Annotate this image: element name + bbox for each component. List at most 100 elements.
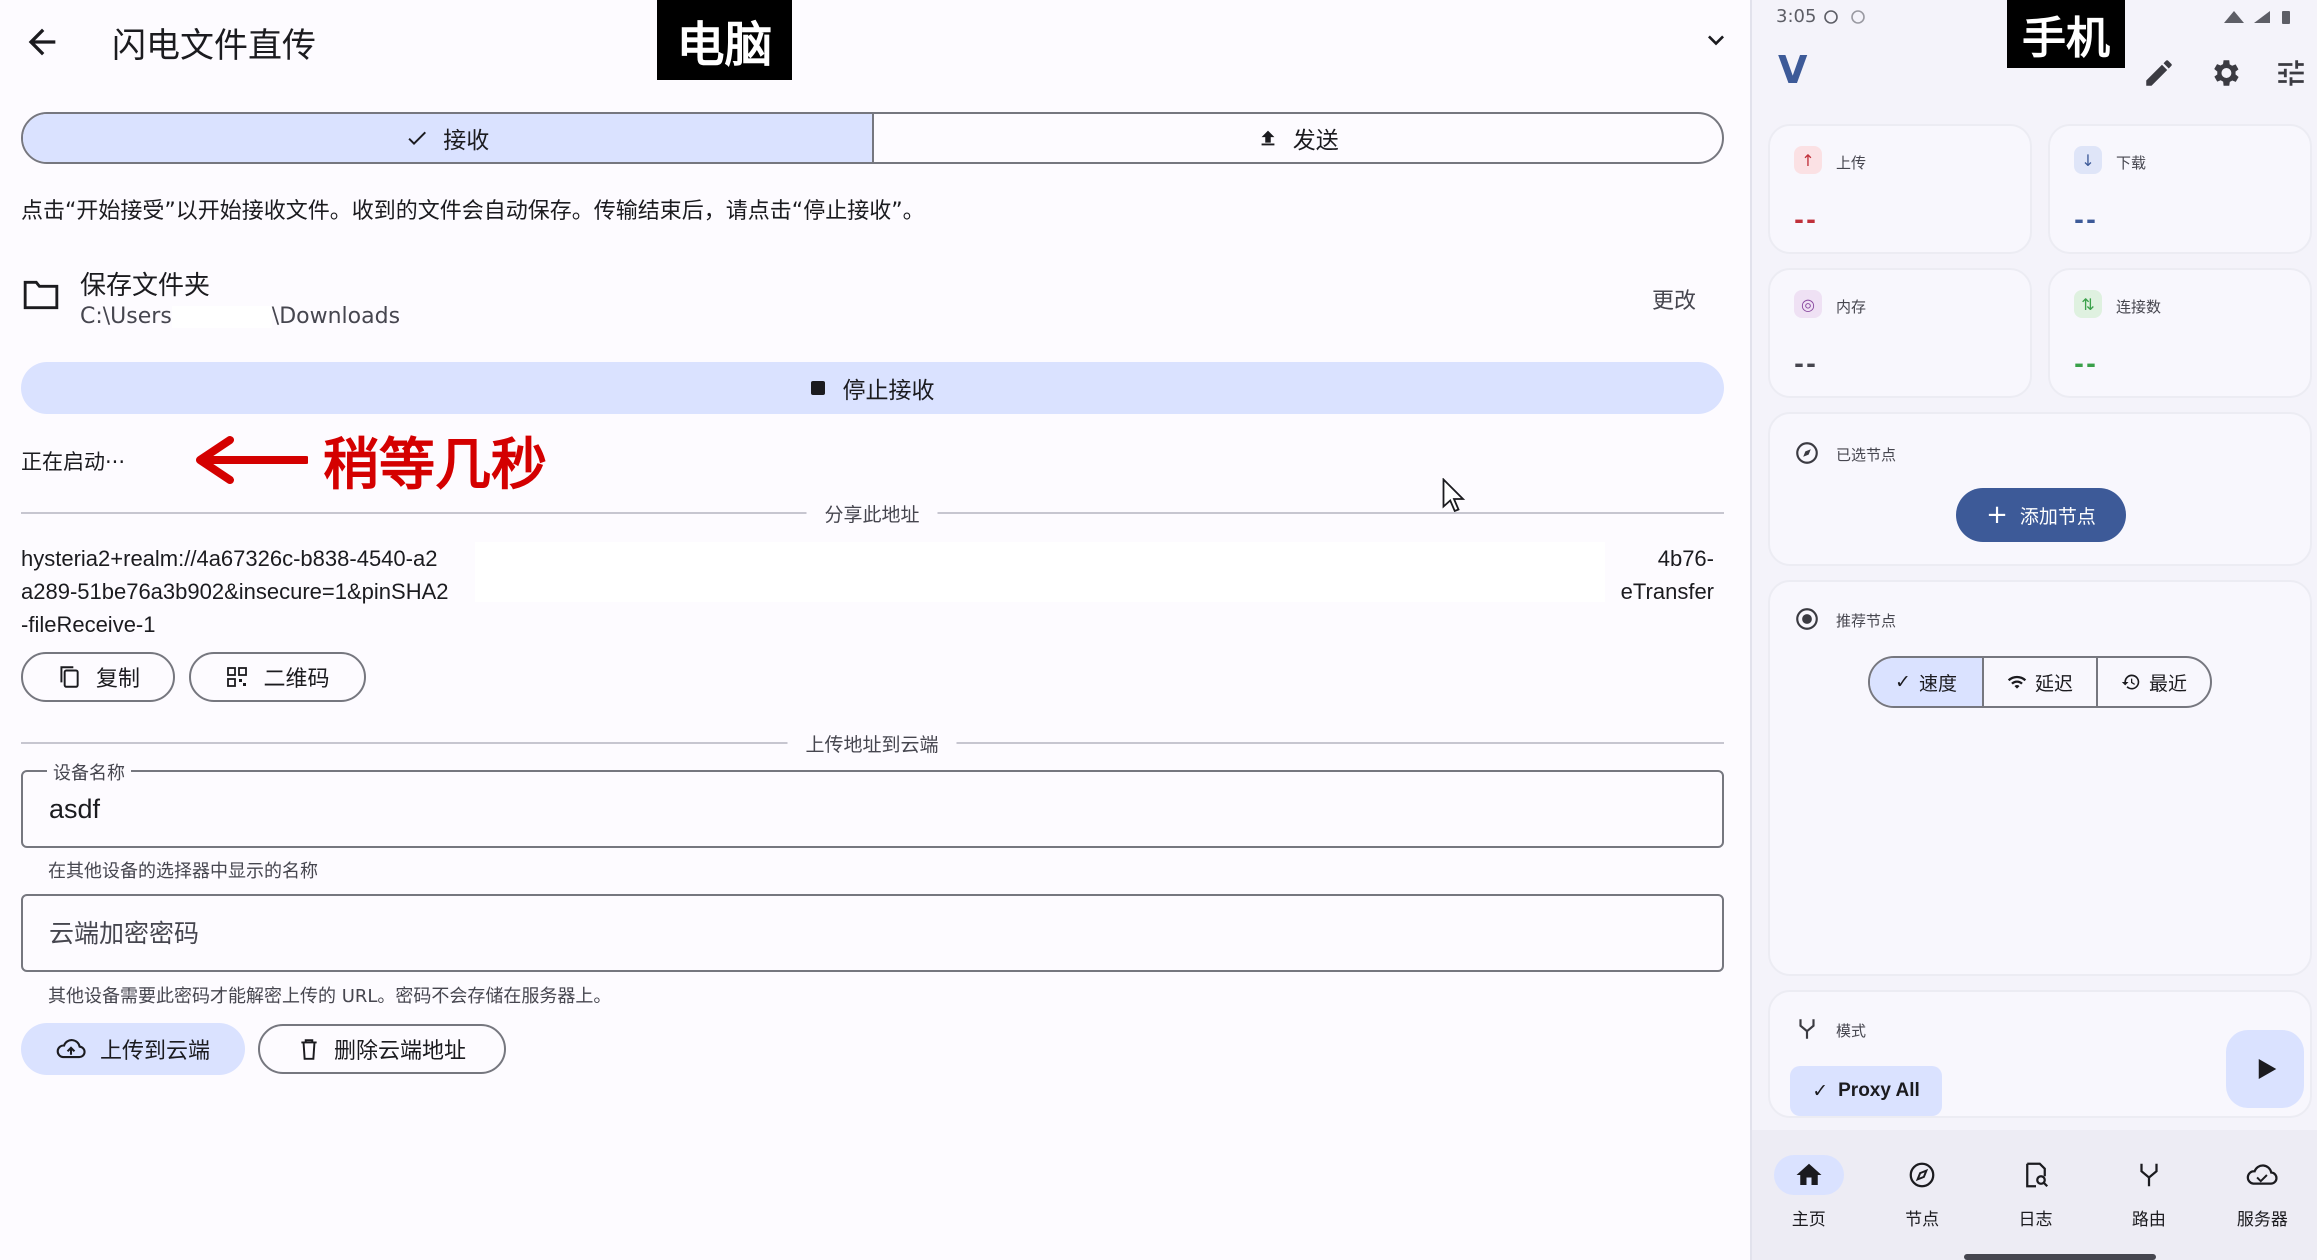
sort-latency-label: 延迟	[2034, 672, 2073, 695]
gear-icon[interactable]	[2208, 56, 2242, 90]
cloud-icon	[2247, 1164, 2278, 1185]
redacted-username	[171, 306, 272, 328]
proxy-all-chip[interactable]: ✓ Proxy All	[1790, 1066, 1942, 1116]
device-name-field[interactable]: 设备名称	[21, 759, 1724, 848]
add-node-button[interactable]: + 添加节点	[1956, 488, 2126, 542]
start-vpn-button[interactable]	[2226, 1030, 2304, 1108]
pc-label-tag: 电脑	[657, 0, 792, 80]
cloud-divider-label: 上传地址到云端	[787, 730, 957, 757]
memory-stat-card: ◎ 内存 --	[1768, 268, 2032, 398]
upload-stat-title: 上传	[1836, 154, 1867, 172]
recommended-node-card: 推荐节点	[1768, 580, 2312, 976]
add-node-label: 添加节点	[2019, 505, 2096, 528]
desktop-app: 闪电文件直传 电脑 接收 发送 点击“开始接受”以开始接收文件。收到的文件会自动…	[0, 0, 1750, 1260]
upload-stat-card: ↑ 上传 --	[1768, 124, 2032, 254]
nav-servers-pill	[2227, 1155, 2297, 1195]
history-icon	[2121, 674, 2140, 690]
check-icon: ✓	[1895, 671, 1911, 693]
address-line-2-left: a289-51be76a3b902&insecure=1&pinSHA2	[21, 579, 449, 604]
sort-speed[interactable]: ✓ 速度	[1870, 658, 1982, 706]
edit-icon[interactable]	[2142, 56, 2176, 90]
route-icon	[2140, 1163, 2158, 1187]
status-time: 3:05	[1776, 6, 1817, 27]
nav-nodes[interactable]: 节点	[1865, 1130, 1978, 1260]
annotation-wait-text: 稍等几秒	[323, 433, 547, 498]
connections-stat-value: --	[2074, 350, 2098, 378]
stop-receive-label: 停止接收	[842, 378, 935, 404]
copy-label: 复制	[95, 667, 140, 692]
tab-send-label: 发送	[1292, 128, 1339, 154]
red-arrow-left-icon	[196, 436, 308, 484]
check-icon: ✓	[1812, 1080, 1829, 1102]
recommended-node-title: 推荐节点	[1836, 612, 1897, 630]
arrow-down-icon: ↓	[2074, 146, 2102, 174]
memory-stat-title: 内存	[1836, 298, 1867, 316]
status-notification-icons	[1824, 10, 1865, 24]
nav-servers[interactable]: 服务器	[2206, 1130, 2317, 1260]
tab-receive[interactable]: 接收	[23, 114, 872, 162]
stop-icon	[810, 381, 825, 395]
tab-send[interactable]: 发送	[871, 114, 1723, 162]
nav-servers-label: 服务器	[2236, 1210, 2288, 1230]
selected-node-title: 已选节点	[1836, 446, 1897, 464]
delete-cloud-button[interactable]: 删除云端地址	[258, 1024, 506, 1074]
connections-stat-card: ⇅ 连接数 --	[2048, 268, 2312, 398]
memory-stat-value: --	[1794, 350, 1818, 378]
back-arrow-icon[interactable]	[22, 22, 62, 62]
gesture-home-bar[interactable]	[1964, 1254, 2156, 1260]
wifi-icon	[2007, 675, 2027, 689]
qrcode-button[interactable]: 二维码	[189, 652, 366, 702]
nav-home-label: 主页	[1791, 1210, 1826, 1230]
nav-logs[interactable]: 日志	[1979, 1130, 2092, 1260]
copy-button[interactable]: 复制	[21, 652, 175, 702]
save-folder-title: 保存文件夹	[80, 271, 211, 301]
cloud-password-field[interactable]	[21, 894, 1724, 972]
device-name-helper: 在其他设备的选择器中显示的名称	[48, 861, 318, 882]
save-folder-path: C:\Users \Downloads	[80, 304, 400, 329]
phone-app: 3:05 手机 V ↑ 上传 -- ↓ 下载 -- ◎ 内存 -- ⇅ 连接数 …	[1750, 0, 2317, 1260]
device-name-label: 设备名称	[47, 759, 131, 785]
mode-title: 模式	[1836, 1022, 1867, 1040]
tune-icon[interactable]	[2274, 56, 2308, 90]
home-icon	[1796, 1163, 1822, 1185]
nav-routes-label: 路由	[2131, 1210, 2166, 1230]
stop-receive-button[interactable]: 停止接收	[21, 362, 1724, 414]
memory-icon: ◎	[1794, 290, 1822, 318]
device-name-input[interactable]	[49, 794, 1689, 825]
recommend-sort-tabs: ✓ 速度 延迟 最近	[1868, 656, 2212, 708]
connections-stat-title: 连接数	[2116, 298, 2162, 316]
arrow-up-icon: ↑	[1794, 146, 1822, 174]
plus-icon: +	[1986, 500, 2008, 530]
app-logo: V	[1778, 48, 1808, 92]
nav-logs-label: 日志	[2018, 1210, 2053, 1230]
folder-icon	[23, 280, 59, 310]
nav-routes-pill	[2114, 1155, 2184, 1195]
share-divider-label: 分享此地址	[806, 500, 938, 527]
cloud-password-input[interactable]	[49, 918, 1689, 949]
qrcode-label: 二维码	[263, 667, 330, 692]
nav-nodes-pill	[1887, 1155, 1957, 1195]
upload-stat-value: --	[1794, 206, 1818, 234]
cloud-upload-icon	[56, 1039, 86, 1059]
tab-receive-label: 接收	[443, 128, 490, 154]
address-line-3: -fileReceive-1	[21, 612, 156, 637]
change-folder-button[interactable]: 更改	[1652, 283, 1696, 315]
sort-recent[interactable]: 最近	[2096, 658, 2210, 706]
nav-home[interactable]: 主页	[1752, 1130, 1865, 1260]
chevron-down-icon[interactable]	[1700, 24, 1732, 56]
address-line-1-left: hysteria2+realm://4a67326c-b838-4540-a2	[21, 546, 438, 571]
status-signal-battery-icons	[2224, 11, 2290, 24]
redacted-address-block	[475, 542, 1605, 602]
receive-instructions: 点击“开始接受”以开始接收文件。收到的文件会自动保存。传输结束后，请点击“停止接…	[21, 199, 925, 224]
sort-recent-label: 最近	[2148, 672, 2187, 695]
nav-routes[interactable]: 路由	[2092, 1130, 2205, 1260]
upload-icon	[1261, 130, 1275, 146]
log-icon	[2025, 1162, 2048, 1188]
nav-home-pill	[1773, 1155, 1844, 1195]
nav-nodes-label: 节点	[1905, 1210, 1940, 1230]
proxy-all-label: Proxy All	[1838, 1080, 1920, 1101]
sort-latency[interactable]: 延迟	[1982, 658, 2096, 706]
download-stat-value: --	[2074, 206, 2098, 234]
upload-cloud-button[interactable]: 上传到云端	[21, 1023, 245, 1075]
mouse-cursor-icon	[1442, 478, 1466, 513]
